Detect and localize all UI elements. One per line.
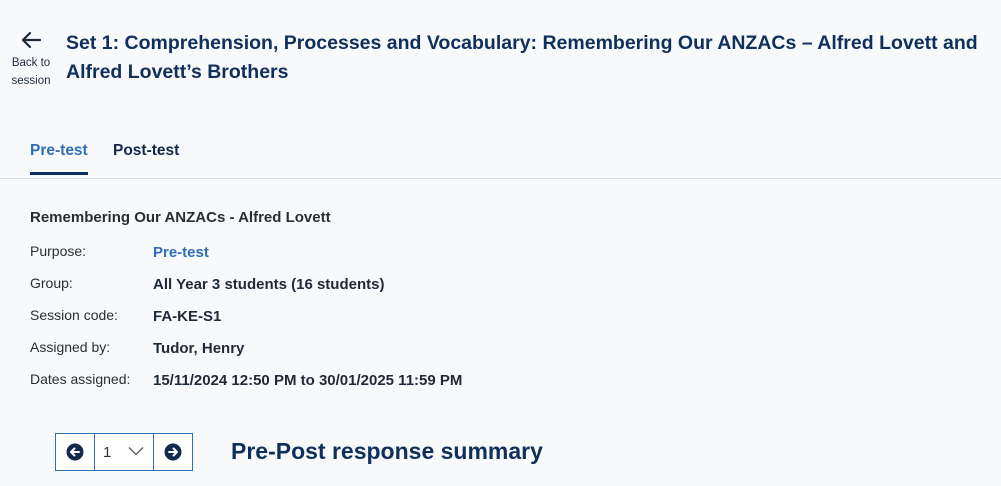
- circle-arrow-left-icon: [66, 443, 84, 461]
- next-page-button[interactable]: [153, 434, 192, 470]
- chevron-down-icon: [128, 446, 144, 456]
- circle-arrow-right-icon: [164, 443, 182, 461]
- session-title: Remembering Our ANZACs - Alfred Lovett: [30, 209, 331, 226]
- session-code-label: Session code:: [30, 307, 118, 323]
- assigned-by-label: Assigned by:: [30, 339, 111, 355]
- page-number: 1: [103, 444, 112, 461]
- dates-assigned-value: 15/11/2024 12:50 PM to 30/01/2025 11:59 …: [153, 372, 463, 389]
- group-label: Group:: [30, 275, 73, 291]
- previous-page-button[interactable]: [56, 434, 95, 470]
- session-code-value: FA-KE-S1: [153, 308, 222, 325]
- tab-pre-test[interactable]: Pre-test: [30, 142, 88, 175]
- pager: 1: [55, 433, 193, 471]
- page-select[interactable]: 1: [95, 434, 155, 470]
- purpose-label: Purpose:: [30, 243, 87, 259]
- purpose-value: Pre-test: [153, 244, 209, 261]
- tab-bar: Pre-test Post-test: [0, 133, 1001, 179]
- back-to-session-button[interactable]: Back to session: [4, 30, 58, 90]
- assigned-by-value: Tudor, Henry: [153, 340, 245, 357]
- dates-assigned-label: Dates assigned:: [30, 371, 131, 387]
- arrow-left-icon: [21, 31, 42, 49]
- group-value: All Year 3 students (16 students): [153, 276, 385, 293]
- summary-title: Pre-Post response summary: [231, 438, 543, 464]
- tab-post-test[interactable]: Post-test: [113, 142, 179, 172]
- back-to-session-label: Back to session: [11, 57, 51, 87]
- page-title: Set 1: Comprehension, Processes and Voca…: [66, 32, 978, 83]
